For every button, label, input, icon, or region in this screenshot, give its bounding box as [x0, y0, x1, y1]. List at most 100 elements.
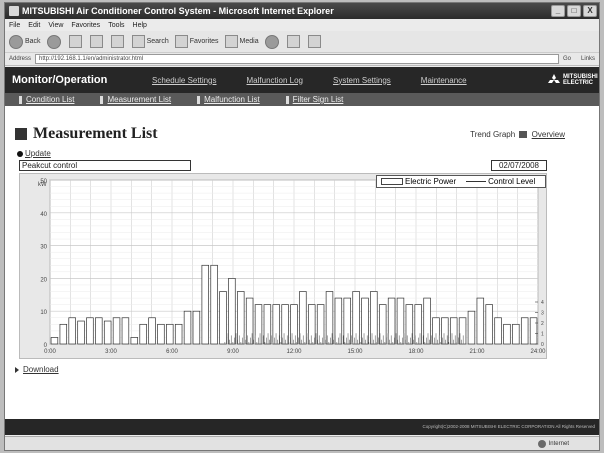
download-row: Download — [15, 365, 59, 374]
status-bar: Internet — [5, 436, 599, 450]
x-tick-label: 12:00 — [286, 349, 302, 355]
bullet-icon — [17, 150, 23, 157]
trend-graph-label: Trend Graph — [470, 129, 516, 139]
logo-text: MITSUBISHI ELECTRIC — [563, 74, 598, 86]
x-tick-label: 15:00 — [347, 349, 363, 355]
legend-bar-swatch — [381, 178, 403, 185]
subnav-condition-list[interactable]: Condition List — [19, 95, 74, 104]
x-tick-label: 3:00 — [105, 349, 117, 355]
power-bar — [263, 304, 272, 345]
close-button[interactable]: X — [583, 5, 597, 17]
power-bar — [334, 297, 343, 345]
menu-tools[interactable]: Tools — [108, 22, 124, 29]
footer: Copyright(C)2002-2008 MITSUBISHI ELECTRI… — [5, 419, 599, 435]
favorites-button[interactable]: Favorites — [174, 35, 219, 48]
measurement-chart: 0 10 20 30 40 50 kW 0 1 2 3 4 0:00 3:00 6:00 9:00 12:00 1… — [19, 173, 547, 359]
power-bar — [174, 323, 183, 345]
search-button[interactable]: Search — [131, 35, 169, 48]
power-bar — [130, 337, 139, 345]
menu-help[interactable]: Help — [133, 22, 147, 29]
y2-tick-label: 4 — [541, 300, 544, 306]
power-bar — [529, 317, 538, 345]
trend-graph-switch: Trend Graph Overview — [470, 130, 565, 139]
x-tick-label: 21:00 — [469, 349, 485, 355]
nav-schedule-settings[interactable]: Schedule Settings — [152, 76, 217, 85]
y2-tick-label: 2 — [541, 321, 544, 327]
refresh-icon — [89, 35, 103, 48]
mail-button[interactable] — [286, 35, 302, 48]
subnav-malfunction-list[interactable]: Malfunction List — [197, 95, 260, 104]
history-icon — [264, 34, 279, 49]
power-bar — [50, 337, 59, 345]
stop-icon — [68, 35, 82, 48]
refresh-button[interactable] — [89, 35, 105, 48]
print-button[interactable] — [307, 35, 323, 48]
trend-toggle-icon[interactable] — [519, 130, 528, 138]
power-bar — [139, 323, 147, 345]
back-button[interactable]: Back — [9, 34, 41, 49]
power-bar — [370, 291, 378, 345]
nav-maintenance[interactable]: Maintenance — [421, 76, 467, 85]
menu-view[interactable]: View — [48, 22, 63, 29]
nav-monitor-operation[interactable]: Monitor/Operation — [12, 74, 152, 86]
x-tick-label: 24:00 — [530, 349, 546, 355]
page-content: Monitor/Operation Schedule Settings Malf… — [5, 67, 599, 435]
x-tick-label: 6:00 — [166, 349, 178, 355]
home-button[interactable] — [110, 35, 126, 48]
security-zone: Internet — [537, 439, 569, 448]
mitsubishi-logo: MITSUBISHI ELECTRIC — [547, 74, 598, 86]
nav-system-settings[interactable]: System Settings — [333, 76, 391, 85]
search-icon — [131, 35, 145, 48]
download-link[interactable]: Download — [23, 365, 59, 374]
menu-edit[interactable]: Edit — [28, 22, 40, 29]
power-bar — [512, 323, 520, 345]
nav-malfunction-log[interactable]: Malfunction Log — [247, 76, 303, 85]
minimize-button[interactable]: _ — [551, 5, 565, 17]
update-link[interactable]: Update — [25, 149, 51, 158]
subnav-measurement-list[interactable]: Measurement List — [100, 95, 171, 104]
power-bar — [308, 304, 316, 345]
media-icon — [224, 35, 238, 48]
links-button[interactable]: Links — [581, 56, 595, 62]
power-bar — [423, 297, 431, 345]
maximize-button[interactable]: □ — [567, 5, 581, 17]
browser-toolbar: Back Search Favorites Media — [5, 31, 599, 53]
chart-legend: Electric Power Control Level — [376, 175, 546, 188]
power-bar — [467, 310, 476, 345]
print-icon — [307, 35, 321, 48]
home-icon — [110, 35, 124, 48]
back-arrow-icon — [9, 34, 23, 49]
url-input[interactable]: http://192.168.1.1/en/administrator.html — [35, 54, 559, 64]
subnav-filter-sign-list[interactable]: Filter Sign List — [285, 95, 343, 104]
menu-file[interactable]: File — [9, 22, 20, 29]
power-bar — [485, 304, 493, 345]
history-button[interactable] — [264, 34, 281, 49]
power-bar — [343, 297, 351, 345]
power-bar — [316, 304, 325, 345]
power-bar — [183, 310, 192, 345]
menu-favorites[interactable]: Favorites — [71, 22, 100, 29]
forward-button[interactable] — [46, 34, 63, 49]
date-field[interactable]: 02/07/2008 — [491, 160, 547, 171]
power-bar — [237, 291, 245, 345]
x-tick-label: 18:00 — [408, 349, 424, 355]
go-button[interactable]: Go — [563, 56, 571, 62]
power-bar — [192, 310, 201, 345]
star-icon — [174, 35, 188, 48]
stop-button[interactable] — [68, 35, 84, 48]
overview-link[interactable]: Overview — [532, 130, 565, 139]
power-bar — [210, 264, 218, 345]
ie-icon — [9, 6, 19, 16]
power-bar — [103, 320, 112, 345]
power-bar — [476, 297, 485, 345]
power-bar — [201, 264, 209, 345]
forward-arrow-icon — [46, 34, 61, 49]
title-bar: MITSUBISHI Air Conditioner Control Syste… — [5, 3, 599, 19]
y2-tick-label: 0 — [541, 342, 544, 348]
power-bar — [121, 317, 130, 345]
power-bar — [86, 317, 94, 345]
media-button[interactable]: Media — [224, 35, 259, 48]
power-bar — [219, 291, 227, 345]
x-tick-label: 0:00 — [44, 349, 56, 355]
power-bar — [379, 304, 387, 345]
